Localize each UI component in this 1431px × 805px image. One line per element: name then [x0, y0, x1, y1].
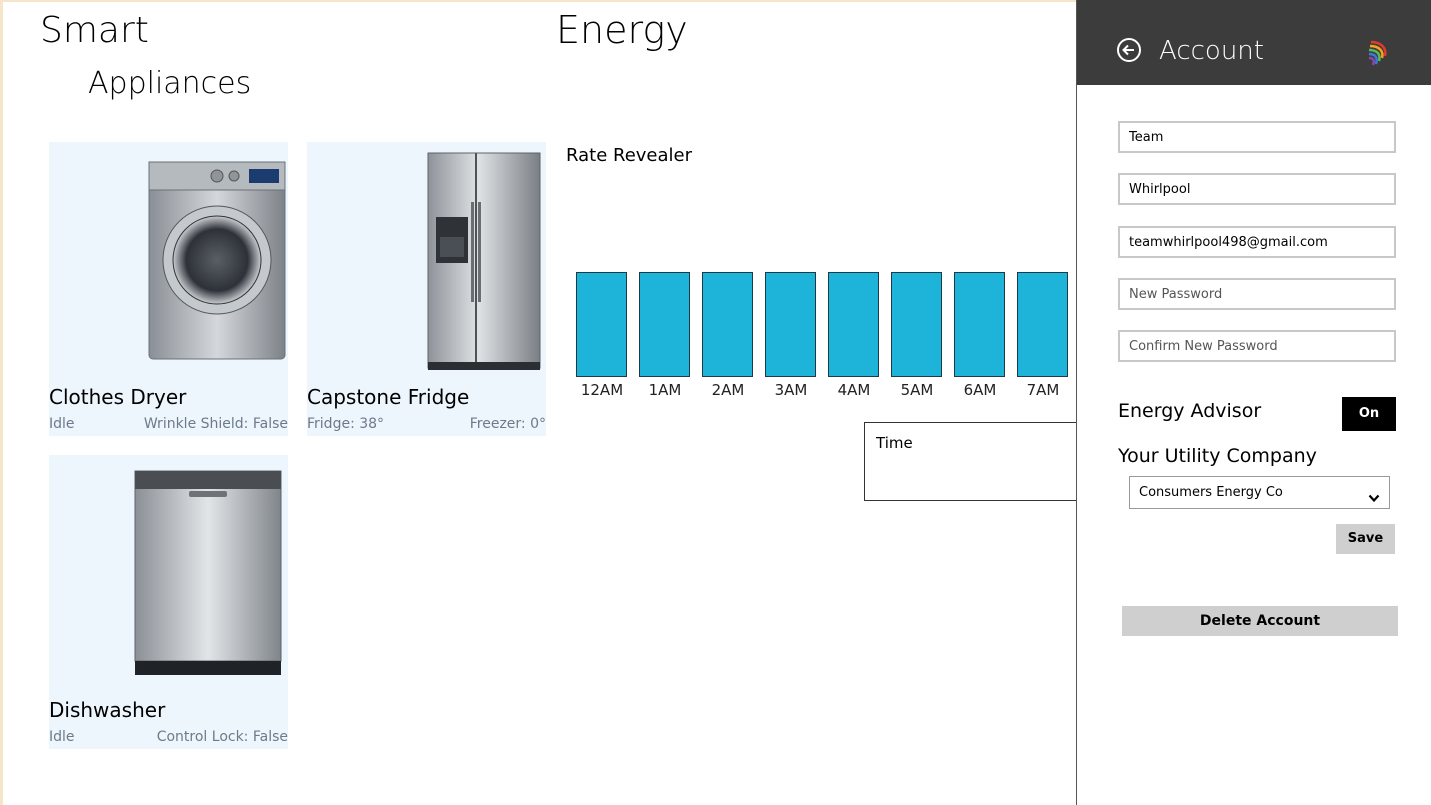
confirm-password-field[interactable] — [1118, 330, 1396, 362]
rate-bar-3am[interactable] — [765, 272, 816, 377]
hour-label: 2AM — [711, 381, 745, 399]
last-name-field[interactable] — [1118, 173, 1396, 205]
appliance-status-right: Wrinkle Shield: False — [143, 416, 288, 432]
back-arrow-icon[interactable] — [1117, 38, 1141, 62]
fridge-image — [307, 142, 546, 382]
hour-label: 12AM — [580, 381, 624, 399]
delete-account-button[interactable]: Delete Account — [1122, 606, 1398, 636]
rate-revealer-label: Rate Revealer — [566, 145, 692, 166]
account-panel: Account Energy Advisor On Your Utility C… — [1076, 0, 1431, 805]
hour-label: 3AM — [774, 381, 808, 399]
hour-label: 1AM — [648, 381, 682, 399]
utility-company-select[interactable]: Consumers Energy Co — [1129, 476, 1390, 509]
left-edge-accent — [0, 0, 3, 805]
hour-label: 4AM — [837, 381, 871, 399]
utility-company-value: Consumers Energy Co — [1139, 485, 1283, 500]
appliance-name: Dishwasher — [49, 698, 166, 722]
utility-company-label: Your Utility Company — [1118, 445, 1317, 467]
save-button[interactable]: Save — [1336, 524, 1395, 554]
account-panel-header: Account — [1077, 0, 1431, 85]
rate-bar-2am[interactable] — [702, 272, 753, 377]
section-title-energy: Energy — [556, 8, 688, 52]
rate-bar-6am[interactable] — [954, 272, 1005, 377]
appliance-tile-dishwasher[interactable]: Dishwasher Idle Control Lock: False — [49, 455, 288, 749]
top-edge-accent — [0, 0, 1076, 2]
time-tooltip: Time — [864, 422, 1084, 501]
appliance-status-right: Control Lock: False — [156, 729, 288, 745]
rate-bar-1am[interactable] — [639, 272, 690, 377]
rate-bar-4am[interactable] — [828, 272, 879, 377]
account-panel-title: Account — [1159, 36, 1264, 66]
appliance-name: Clothes Dryer — [49, 385, 187, 409]
dishwasher-image — [49, 455, 288, 695]
appliance-status-right: Freezer: 0° — [469, 416, 546, 432]
energy-advisor-label: Energy Advisor — [1118, 400, 1262, 422]
section-title-smart: Smart — [40, 10, 149, 51]
energy-advisor-toggle[interactable]: On — [1342, 397, 1396, 431]
section-title-appliances: Appliances — [88, 66, 252, 101]
hour-label: 7AM — [1026, 381, 1060, 399]
appliance-status-left: Idle — [49, 729, 75, 745]
appliance-status-left: Idle — [49, 416, 75, 432]
rate-bar-12am[interactable] — [576, 272, 627, 377]
first-name-field[interactable] — [1118, 121, 1396, 153]
appliance-tile-capstone-fridge[interactable]: Capstone Fridge Fridge: 38° Freezer: 0° — [307, 142, 546, 436]
rainbow-swirl-logo — [1367, 38, 1391, 70]
appliance-name: Capstone Fridge — [307, 385, 470, 409]
washer-dryer-image — [49, 142, 288, 382]
time-label: Time — [876, 434, 913, 452]
chevron-down-icon — [1368, 488, 1380, 507]
new-password-field[interactable] — [1118, 278, 1396, 310]
hour-label: 5AM — [900, 381, 934, 399]
rate-bar-7am[interactable] — [1017, 272, 1068, 377]
appliance-tile-clothes-dryer[interactable]: Clothes Dryer Idle Wrinkle Shield: False — [49, 142, 288, 436]
rate-bar-5am[interactable] — [891, 272, 942, 377]
hour-label: 6AM — [963, 381, 997, 399]
email-field[interactable] — [1118, 226, 1396, 258]
appliance-status-left: Fridge: 38° — [307, 416, 385, 432]
